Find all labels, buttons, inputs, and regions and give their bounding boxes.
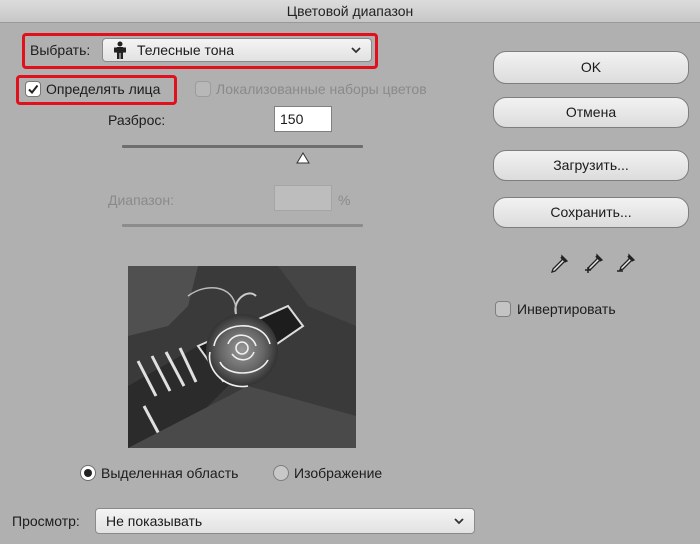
image-radio-label[interactable]: Изображение xyxy=(294,465,382,481)
detect-faces-label[interactable]: Определять лица xyxy=(46,81,160,97)
select-label: Выбрать: xyxy=(30,42,91,58)
fuzziness-input[interactable]: 150 xyxy=(274,106,332,132)
invert-checkbox[interactable] xyxy=(495,301,511,317)
range-slider-track xyxy=(122,224,363,227)
person-icon xyxy=(113,41,127,59)
ok-button[interactable]: OK xyxy=(493,51,689,84)
preview-dropdown[interactable]: Не показывать xyxy=(95,508,475,534)
selection-radio-label[interactable]: Выделенная область xyxy=(101,465,238,481)
dialog-title: Цветовой диапазон xyxy=(0,0,700,23)
chevron-down-icon xyxy=(349,43,363,57)
invert-label[interactable]: Инвертировать xyxy=(517,301,616,317)
selection-preview-image xyxy=(128,266,356,448)
checkmark-icon xyxy=(28,84,39,95)
cancel-button[interactable]: Отмена xyxy=(493,97,689,128)
image-radio[interactable] xyxy=(273,465,289,481)
range-input[interactable] xyxy=(274,185,332,211)
fuzziness-slider-track[interactable] xyxy=(122,145,363,148)
select-value: Телесные тона xyxy=(137,42,235,58)
localized-checkbox[interactable] xyxy=(195,81,211,97)
select-dropdown[interactable]: Телесные тона xyxy=(102,38,372,62)
preview-label: Просмотр: xyxy=(12,513,80,529)
range-unit: % xyxy=(338,192,351,208)
eyedropper-minus-icon[interactable] xyxy=(614,253,636,275)
localized-label: Локализованные наборы цветов xyxy=(216,81,427,97)
fuzziness-label: Разброс: xyxy=(108,112,166,128)
eyedropper-plus-icon[interactable] xyxy=(582,253,604,275)
eyedropper-icon[interactable] xyxy=(548,253,570,275)
load-button[interactable]: Загрузить... xyxy=(493,150,689,181)
fuzziness-slider-thumb[interactable] xyxy=(295,151,310,164)
range-label: Диапазон: xyxy=(108,192,174,208)
save-button[interactable]: Сохранить... xyxy=(493,197,689,228)
chevron-down-icon xyxy=(452,514,466,528)
selection-radio[interactable] xyxy=(80,465,96,481)
detect-faces-checkbox[interactable] xyxy=(25,81,41,97)
preview-value: Не показывать xyxy=(106,513,203,529)
